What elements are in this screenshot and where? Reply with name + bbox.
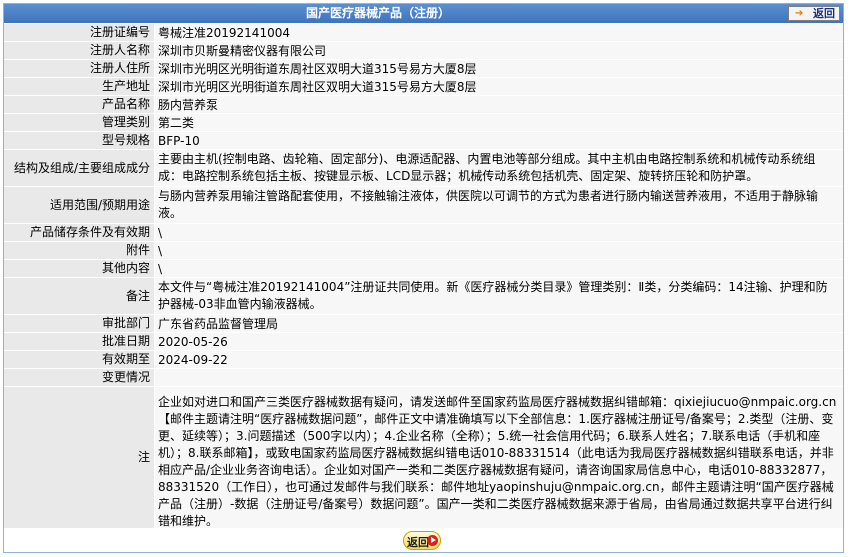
- value-remark: 本文件与“粤械注准20192141004”注册证共同使用。新《医疗器械分类目录》…: [155, 278, 843, 314]
- label-scope: 适用范围/预期用途: [4, 187, 154, 223]
- value-composition: 主要由主机(控制电路、齿轮箱、固定部分)、电源适配器、内置电池等部分组成。其中主…: [155, 150, 843, 186]
- row-reg-no: 注册证编号 粤械注准20192141004: [4, 24, 843, 41]
- row-other: 其他内容 \: [4, 260, 843, 277]
- row-approval-date: 批准日期 2020-05-26: [4, 333, 843, 350]
- title-bar: 国产医疗器械产品（注册） ➔ 返回: [4, 4, 843, 23]
- value-category: 第二类: [155, 114, 843, 131]
- row-registrant: 注册人名称 深圳市贝斯曼精密仪器有限公司: [4, 42, 843, 59]
- row-model: 型号规格 BFP-10: [4, 132, 843, 149]
- value-note: 企业如对进口和国产三类医疗器械数据有疑问，请发送邮件至国家药监局医疗器械数据纠错…: [155, 387, 843, 528]
- value-scope: 与肠内营养泵用输注管路配套使用，不接触输注液体，供医院以可调节的方式为患者进行肠…: [155, 187, 843, 223]
- value-storage: \: [155, 224, 843, 241]
- play-icon: [427, 535, 438, 546]
- row-storage: 产品储存条件及有效期 \: [4, 224, 843, 241]
- label-composition: 结构及组成/主要组成成分: [4, 150, 154, 186]
- value-approval-date: 2020-05-26: [155, 333, 843, 350]
- value-approver: 广东省药品监督管理局: [155, 315, 843, 332]
- row-registrant-address: 注册人住所 深圳市光明区光明街道东周社区双明大道315号易方大厦8层: [4, 60, 843, 77]
- label-registrant-address: 注册人住所: [4, 60, 154, 77]
- footer-bar: 返回: [4, 530, 843, 552]
- row-category: 管理类别 第二类: [4, 114, 843, 131]
- value-model: BFP-10: [155, 132, 843, 149]
- label-product-name: 产品名称: [4, 96, 154, 113]
- back-button-top-label: 返回: [813, 7, 835, 20]
- value-registrant: 深圳市贝斯曼精密仪器有限公司: [155, 42, 843, 59]
- label-approver: 审批部门: [4, 315, 154, 332]
- row-valid-until: 有效期至 2024-09-22: [4, 351, 843, 368]
- value-other: \: [155, 260, 843, 277]
- label-note: 注: [4, 387, 154, 528]
- arrow-right-icon: ➔: [795, 8, 804, 19]
- label-category: 管理类别: [4, 114, 154, 131]
- label-approval-date: 批准日期: [4, 333, 154, 350]
- value-registrant-address: 深圳市光明区光明街道东周社区双明大道315号易方大厦8层: [155, 60, 843, 77]
- row-note: 注 企业如对进口和国产三类医疗器械数据有疑问，请发送邮件至国家药监局医疗器械数据…: [4, 369, 843, 528]
- label-other: 其他内容: [4, 260, 154, 277]
- label-reg-no: 注册证编号: [4, 24, 154, 41]
- value-reg-no: 粤械注准20192141004: [155, 24, 843, 41]
- row-scope: 适用范围/预期用途 与肠内营养泵用输注管路配套使用，不接触输注液体，供医院以可调…: [4, 187, 843, 223]
- row-approver: 审批部门 广东省药品监督管理局: [4, 315, 843, 332]
- back-button-top[interactable]: ➔ 返回: [788, 6, 840, 21]
- value-attachment: \: [155, 242, 843, 259]
- row-production-address: 生产地址 深圳市光明区光明街道东周社区双明大道315号易方大厦8层: [4, 78, 843, 95]
- label-registrant: 注册人名称: [4, 42, 154, 59]
- row-composition: 结构及组成/主要组成成分 主要由主机(控制电路、齿轮箱、固定部分)、电源适配器、…: [4, 150, 843, 186]
- label-valid-until: 有效期至: [4, 351, 154, 368]
- label-production-address: 生产地址: [4, 78, 154, 95]
- value-product-name: 肠内营养泵: [155, 96, 843, 113]
- page-title: 国产医疗器械产品（注册）: [305, 6, 450, 20]
- row-product-name: 产品名称 肠内营养泵: [4, 96, 843, 113]
- detail-panel: 国产医疗器械产品（注册） ➔ 返回 注册证编号 粤械注准20192141004 …: [3, 3, 844, 553]
- row-remark: 备注 本文件与“粤械注准20192141004”注册证共同使用。新《医疗器械分类…: [4, 278, 843, 314]
- label-attachment: 附件: [4, 242, 154, 259]
- label-model: 型号规格: [4, 132, 154, 149]
- value-valid-until: 2024-09-22: [155, 351, 843, 368]
- value-production-address: 深圳市光明区光明街道东周社区双明大道315号易方大厦8层: [155, 78, 843, 95]
- back-button-bottom[interactable]: 返回: [403, 531, 441, 550]
- back-button-bottom-label: 返回: [407, 536, 429, 549]
- label-storage: 产品储存条件及有效期: [4, 224, 154, 241]
- label-remark: 备注: [4, 278, 154, 314]
- row-attachment: 附件 \: [4, 242, 843, 259]
